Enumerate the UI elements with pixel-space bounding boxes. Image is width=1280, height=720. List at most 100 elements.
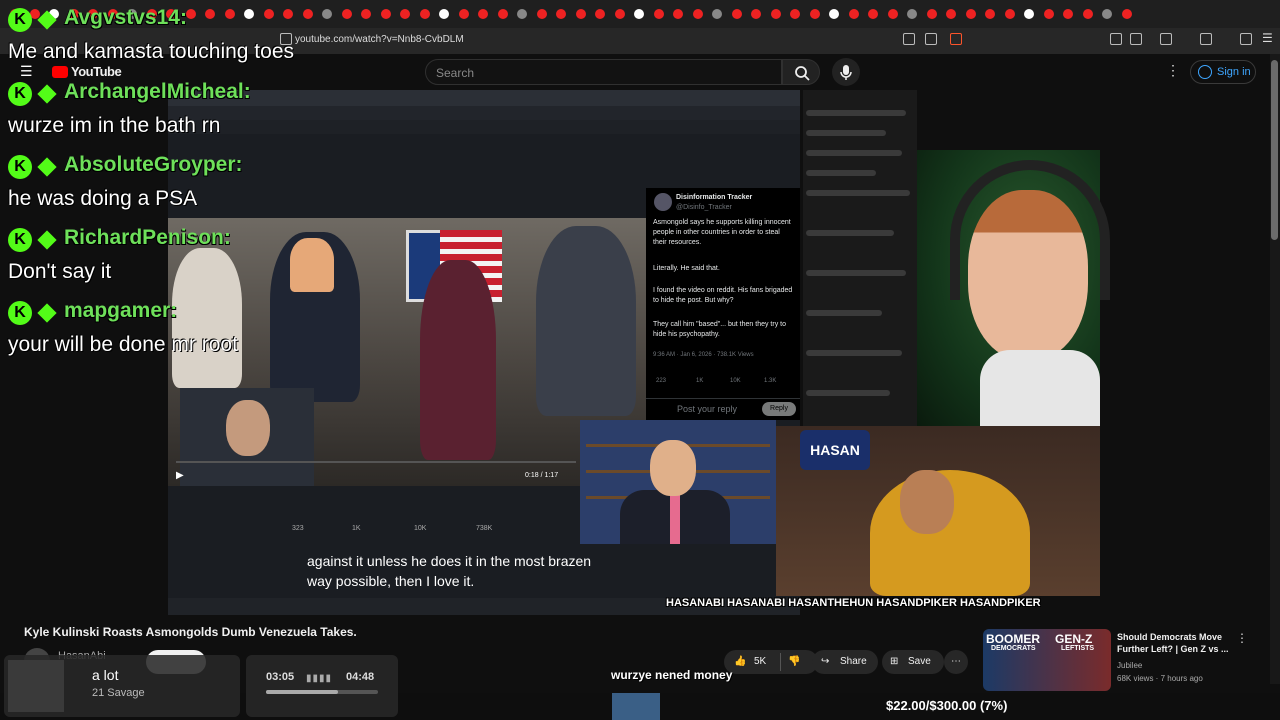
tweet-replies: 223 — [656, 378, 667, 384]
browser-tab-favicon[interactable] — [341, 9, 352, 19]
chat-username: Avgvstvs14: — [64, 6, 187, 29]
tweet-body-4: They call him "based"... but then they t… — [653, 321, 786, 338]
url-text[interactable]: youtube.com/watch?v=Nnb8-CvbDLM — [295, 34, 464, 45]
browser-tab-favicon[interactable] — [1063, 9, 1073, 19]
browser-tab-favicon[interactable] — [848, 9, 859, 19]
song-title: a lot — [92, 667, 119, 683]
browser-tab-favicon[interactable] — [556, 9, 566, 19]
like-dislike-group[interactable]: 👍 5K 👎 — [724, 650, 818, 674]
browser-tab-favicon[interactable] — [946, 9, 956, 19]
voice-search-button[interactable] — [832, 58, 860, 86]
browser-tab-favicon[interactable] — [731, 9, 742, 19]
browser-tab-favicon[interactable] — [185, 9, 196, 19]
search-input[interactable]: Search — [425, 59, 782, 85]
song-artist: 21 Savage — [92, 687, 145, 699]
browser-tab-favicon[interactable] — [478, 9, 488, 19]
save-icon: ⊞ — [890, 656, 899, 667]
browser-tab-favicon[interactable] — [322, 9, 332, 19]
thumb-text-right: GEN-Z — [1055, 632, 1093, 646]
song-total-time: 04:48 — [346, 671, 375, 683]
browser-tab-favicon[interactable] — [263, 9, 274, 19]
thumbs-up-icon[interactable]: 👍 — [734, 650, 746, 674]
browser-tab-favicon[interactable] — [1024, 9, 1034, 19]
browser-tab-favicon[interactable] — [926, 9, 937, 19]
browser-tab-favicon[interactable] — [595, 9, 605, 19]
recommended-thumbnail[interactable]: BOOMER DEMOCRATS GEN-Z LEFTISTS — [983, 629, 1111, 691]
chat-line — [806, 110, 906, 116]
bookmarks-icon[interactable] — [1160, 33, 1172, 45]
browser-tab-favicon[interactable] — [1121, 9, 1132, 19]
inner-progress-bar — [176, 461, 576, 463]
browser-tab-favicon[interactable] — [536, 9, 547, 19]
post-replies-count: 323 — [292, 525, 304, 532]
extensions-icon[interactable] — [1110, 33, 1122, 45]
browser-tab-favicon[interactable] — [1043, 9, 1054, 19]
thumbs-down-icon[interactable]: 👎 — [788, 650, 800, 674]
browser-tab-favicon[interactable] — [361, 9, 371, 19]
browser-tab-favicon[interactable] — [653, 9, 664, 19]
browser-tab-favicon[interactable] — [517, 9, 527, 19]
chat-line — [806, 150, 902, 156]
recommended-title[interactable]: Should Democrats Move Further Left? | Ge… — [1117, 631, 1235, 655]
browser-tab-favicon[interactable] — [205, 9, 215, 19]
settings-kebab-icon[interactable]: ⋮ — [1166, 62, 1180, 79]
browser-tab-favicon[interactable] — [829, 9, 839, 19]
youtube-wordmark[interactable]: YouTube — [71, 64, 122, 79]
recommended-channel[interactable]: Jubilee — [1117, 661, 1142, 670]
browser-tab-favicon[interactable] — [1082, 9, 1093, 19]
wallet-icon[interactable] — [1200, 33, 1212, 45]
browser-tab-favicon[interactable] — [1004, 9, 1015, 19]
browser-tab-favicon[interactable] — [770, 9, 781, 19]
inner-play-icon: ▶ — [176, 470, 184, 481]
person-center-head — [290, 238, 334, 292]
stream-chat-panel — [803, 90, 917, 426]
browser-tab-favicon[interactable] — [692, 9, 703, 19]
more-actions-button[interactable]: ⋯ — [944, 650, 968, 674]
brave-shield-icon[interactable] — [950, 33, 962, 45]
browser-tab-favicon[interactable] — [224, 9, 235, 19]
browser-tab-favicon[interactable] — [244, 9, 254, 19]
sign-in-button[interactable]: Sign in — [1190, 60, 1256, 84]
browser-tab-favicon[interactable] — [1102, 9, 1112, 19]
thumb-subtext-left: DEMOCRATS — [991, 645, 1036, 652]
browser-tab-favicon[interactable] — [790, 9, 800, 19]
post-likes-count: 10K — [414, 525, 427, 532]
browser-tab-favicon[interactable] — [634, 9, 644, 19]
browser-tab-favicon[interactable] — [887, 9, 898, 19]
share-button[interactable]: ↪ Share — [812, 650, 878, 674]
page-scrollbar-thumb[interactable] — [1271, 60, 1278, 240]
browser-tab-favicon[interactable] — [400, 9, 410, 19]
video-title: Kyle Kulinski Roasts Asmongolds Dumb Ven… — [24, 625, 357, 639]
browser-tab-favicon[interactable] — [809, 9, 820, 19]
browser-tab-favicon[interactable] — [712, 9, 722, 19]
sidebar-icon[interactable] — [1130, 33, 1142, 45]
tweet-author: Disinformation Tracker — [676, 194, 753, 201]
browser-tab-favicon[interactable] — [283, 9, 293, 19]
vpn-icon[interactable] — [1240, 33, 1252, 45]
browser-tab-favicon[interactable] — [458, 9, 469, 19]
browser-tab-favicon[interactable] — [907, 9, 917, 19]
menu-icon[interactable]: ☰ — [1262, 31, 1274, 45]
browser-tab-favicon[interactable] — [614, 9, 625, 19]
browser-tab-favicon[interactable] — [380, 9, 391, 19]
browser-tab-favicon[interactable] — [575, 9, 586, 19]
browser-tab-favicon[interactable] — [673, 9, 683, 19]
youtube-logo-icon[interactable] — [52, 66, 68, 78]
browser-tab-favicon[interactable] — [965, 9, 976, 19]
search-button[interactable] — [782, 59, 820, 85]
browser-tab-favicon[interactable] — [302, 9, 313, 19]
browser-tab-favicon[interactable] — [985, 9, 995, 19]
browser-tab-favicon[interactable] — [497, 9, 508, 19]
save-button[interactable]: ⊞ Save — [882, 650, 944, 674]
install-icon[interactable] — [903, 33, 915, 45]
chat-line — [806, 170, 876, 176]
hamburger-icon[interactable]: ☰ — [20, 63, 33, 80]
kyle-head — [650, 440, 696, 496]
browser-tab-favicon[interactable] — [868, 9, 878, 19]
browser-tab-favicon[interactable] — [439, 9, 449, 19]
browser-tab-favicon[interactable] — [419, 9, 430, 19]
recommended-menu-icon[interactable]: ⋮ — [1236, 631, 1248, 645]
recommended-meta: 68K views · 7 hours ago — [1117, 674, 1203, 683]
browser-tab-favicon[interactable] — [751, 9, 761, 19]
share-page-icon[interactable] — [925, 33, 937, 45]
